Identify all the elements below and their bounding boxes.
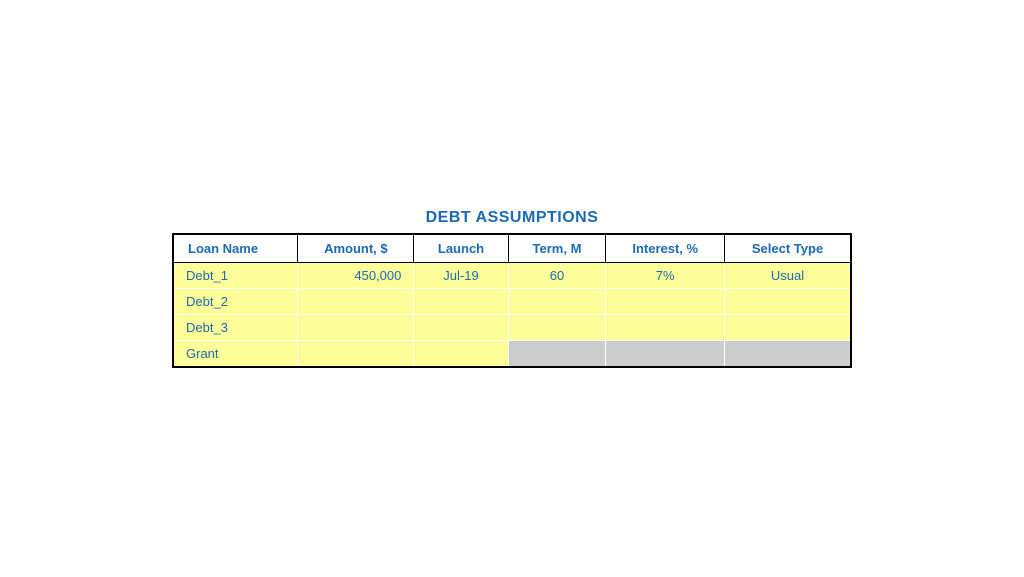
page-container: DEBT ASSUMPTIONS Loan NameAmount, $Launc… <box>0 0 1024 577</box>
cell-3-3[interactable] <box>508 341 606 368</box>
cell-0-0: Debt_1 <box>173 263 298 289</box>
cell-1-0: Debt_2 <box>173 289 298 315</box>
debt-assumptions-table: Loan NameAmount, $LaunchTerm, MInterest,… <box>172 233 852 368</box>
header-col-3: Term, M <box>508 234 606 263</box>
table-body: Debt_1450,000Jul-19607%UsualDebt_2Debt_3… <box>173 263 851 368</box>
cell-2-5[interactable] <box>725 315 851 341</box>
cell-0-2[interactable]: Jul-19 <box>414 263 508 289</box>
cell-1-5[interactable] <box>725 289 851 315</box>
cell-1-4[interactable] <box>606 289 725 315</box>
table-row: Grant <box>173 341 851 368</box>
header-col-1: Amount, $ <box>298 234 414 263</box>
cell-2-2[interactable] <box>414 315 508 341</box>
cell-0-5[interactable]: Usual <box>725 263 851 289</box>
cell-2-0: Debt_3 <box>173 315 298 341</box>
cell-2-4[interactable] <box>606 315 725 341</box>
header-col-4: Interest, % <box>606 234 725 263</box>
cell-3-0: Grant <box>173 341 298 368</box>
header-row: Loan NameAmount, $LaunchTerm, MInterest,… <box>173 234 851 263</box>
table-title: DEBT ASSUMPTIONS <box>426 209 599 227</box>
table-row: Debt_1450,000Jul-19607%Usual <box>173 263 851 289</box>
cell-3-2[interactable] <box>414 341 508 368</box>
cell-2-3[interactable] <box>508 315 606 341</box>
cell-1-2[interactable] <box>414 289 508 315</box>
table-header: Loan NameAmount, $LaunchTerm, MInterest,… <box>173 234 851 263</box>
cell-1-3[interactable] <box>508 289 606 315</box>
table-wrapper: DEBT ASSUMPTIONS Loan NameAmount, $Launc… <box>172 209 852 368</box>
header-col-0: Loan Name <box>173 234 298 263</box>
cell-3-5[interactable] <box>725 341 851 368</box>
header-col-5: Select Type <box>725 234 851 263</box>
table-row: Debt_3 <box>173 315 851 341</box>
cell-3-4[interactable] <box>606 341 725 368</box>
table-row: Debt_2 <box>173 289 851 315</box>
cell-0-3[interactable]: 60 <box>508 263 606 289</box>
cell-0-1[interactable]: 450,000 <box>298 263 414 289</box>
header-col-2: Launch <box>414 234 508 263</box>
cell-2-1[interactable] <box>298 315 414 341</box>
cell-1-1[interactable] <box>298 289 414 315</box>
cell-3-1[interactable] <box>298 341 414 368</box>
cell-0-4[interactable]: 7% <box>606 263 725 289</box>
